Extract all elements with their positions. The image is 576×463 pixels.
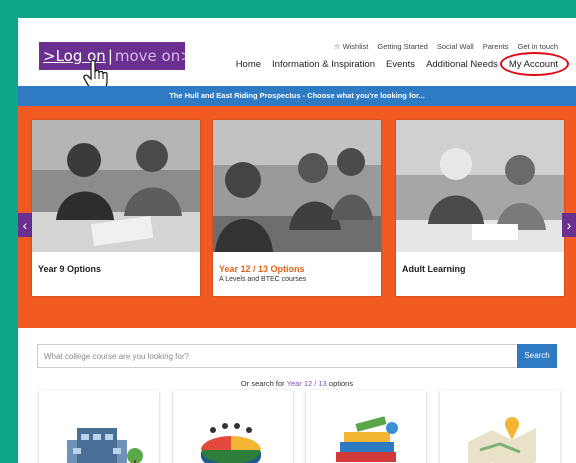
or-search-prefix: Or search for [240, 379, 287, 388]
course-search-bar: Search [37, 344, 557, 368]
search-button[interactable]: Search [517, 344, 557, 368]
card-year-12-13-options[interactable]: Year 12 / 13 Options A Levels and BTEC c… [213, 120, 381, 296]
or-search-suffix: options [326, 379, 354, 388]
tile-map[interactable] [440, 390, 560, 463]
card-title: Adult Learning [402, 264, 466, 274]
wishlist-link[interactable]: ☆ Wishlist [334, 42, 369, 51]
main-nav: Home Information & Inspiration Events Ad… [236, 52, 569, 76]
card-title: Year 12 / 13 Options [219, 264, 305, 274]
nav-home[interactable]: Home [236, 59, 261, 70]
page: >Log on|move on> ☆Wishlist Getting Start… [18, 18, 576, 463]
highlight-ellipse [499, 52, 569, 76]
nav-events[interactable]: Events [386, 59, 415, 70]
star-icon: ☆ [333, 42, 341, 51]
year-9-students-photo [32, 120, 200, 252]
chevron-right-icon: › [566, 217, 572, 233]
card-subtitle: A Levels and BTEC courses [219, 276, 307, 283]
tile-community[interactable] [173, 390, 293, 463]
nav-my-account[interactable]: My Account [499, 52, 569, 76]
chevron-left-icon: ‹ [22, 217, 28, 233]
get-in-touch-link[interactable]: Get in touch [518, 42, 558, 51]
top-links: ☆ Wishlist Getting Started Social Wall Pa… [334, 42, 558, 51]
map-icon [468, 417, 536, 463]
tile-college[interactable] [39, 390, 159, 463]
prospectus-banner: The Hull and East Riding Prospectus - Ch… [18, 86, 576, 106]
college-building-icon [67, 428, 143, 463]
tile-subjects[interactable] [306, 390, 426, 463]
year-12-students-photo [213, 120, 381, 252]
logo[interactable]: >Log on|move on> [39, 42, 185, 70]
carousel-prev-button[interactable]: ‹ [18, 213, 32, 237]
getting-started-link[interactable]: Getting Started [377, 42, 427, 51]
course-search-input[interactable] [38, 345, 516, 367]
adult-learning-photo [396, 120, 564, 252]
year-12-13-link[interactable]: Year 12 / 13 [287, 379, 327, 388]
people-pie-chart-icon [201, 423, 261, 463]
nav-additional-needs[interactable]: Additional Needs [426, 59, 498, 70]
nav-information-inspiration[interactable]: Information & Inspiration [272, 59, 375, 70]
card-year-9-options[interactable]: Year 9 Options [32, 120, 200, 296]
logo-move-on: move on> [114, 47, 185, 65]
options-carousel: ‹ Year 9 Options Year 12 / 13 Options A … [18, 106, 576, 328]
social-wall-link[interactable]: Social Wall [437, 42, 474, 51]
card-adult-learning[interactable]: Adult Learning [396, 120, 564, 296]
books-icon [336, 416, 398, 462]
wishlist-label: Wishlist [342, 42, 369, 51]
card-title: Year 9 Options [38, 264, 102, 274]
or-search-text: Or search for Year 12 / 13 options [18, 379, 576, 388]
parents-link[interactable]: Parents [483, 42, 509, 51]
carousel-next-button[interactable]: › [562, 213, 576, 237]
